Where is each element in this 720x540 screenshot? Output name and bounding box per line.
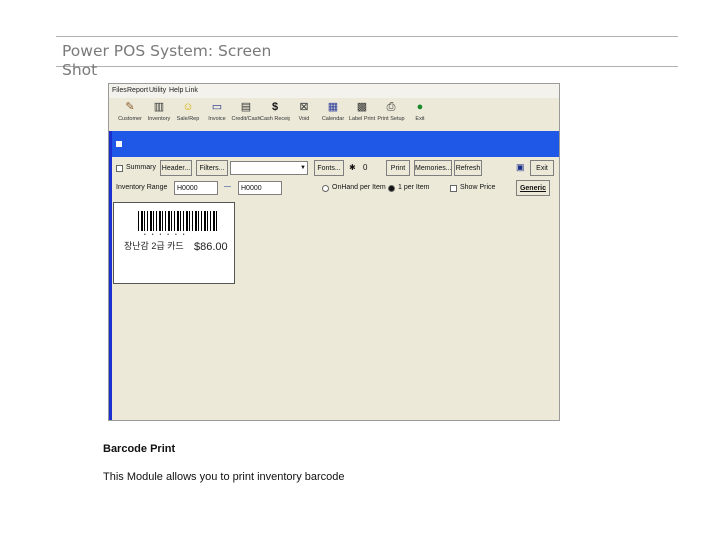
summary-label: Summary: [126, 164, 156, 171]
menu-report[interactable]: Report: [127, 87, 148, 94]
one-per-item-radio[interactable]: [388, 185, 395, 192]
exit-icon: ●: [416, 101, 424, 113]
box-icon: ▥: [153, 101, 165, 113]
one-per-item-label: 1 per Item: [398, 184, 430, 191]
barcode-digits: ••••••: [144, 232, 191, 238]
toolbar-inventory-button[interactable]: ▥ Inventory: [144, 98, 174, 131]
filters-button[interactable]: Filters...: [196, 160, 228, 176]
toolbar-invoice-button[interactable]: ▭ Invoice: [202, 98, 232, 131]
pos-window-screenshot: Files Report Utility Help Link ✎ Custome…: [108, 83, 560, 421]
menu-bar: Files Report Utility Help Link: [109, 84, 559, 98]
range-dash: —: [224, 183, 231, 190]
filter-select[interactable]: [230, 161, 308, 175]
slide-title: Power POS System: Screen Shot: [62, 42, 272, 79]
toolbar-exit-button[interactable]: ● Exit: [405, 98, 435, 131]
zero-icon[interactable]: 0: [363, 161, 367, 175]
person-icon: ✎: [125, 101, 135, 113]
toolbar-calendar-button[interactable]: ▦ Calendar: [318, 98, 348, 131]
printer-icon: ⎙: [386, 101, 396, 113]
menu-link[interactable]: Link: [185, 87, 198, 94]
show-price-label: Show Price: [460, 184, 496, 191]
summary-checkbox[interactable]: [116, 165, 123, 172]
show-price-checkbox[interactable]: [450, 185, 457, 192]
memories-button[interactable]: Memories...: [414, 160, 452, 176]
controls-row-1: Summary Header... Filters... ▼ Fonts... …: [112, 160, 559, 181]
menu-help[interactable]: Help: [169, 87, 183, 94]
toolbar-cashreceipt-button[interactable]: $ Cash Receipt: [260, 98, 290, 131]
settings-icon[interactable]: ✱: [349, 161, 356, 175]
label-item-name: 장난감 2급 카드: [124, 241, 184, 251]
label-price: $86.00: [194, 241, 228, 253]
exit-button[interactable]: Exit: [530, 160, 554, 176]
register-icon: ▤: [240, 101, 252, 113]
toolbar-labelprint-button[interactable]: ▩ Label Print: [347, 98, 377, 131]
toolbar-printsetup-button[interactable]: ⎙ Print Setup: [376, 98, 406, 131]
smiley-icon: ☺: [182, 101, 194, 113]
void-icon: ⊠: [299, 101, 309, 113]
fonts-button[interactable]: Fonts...: [314, 160, 344, 176]
grid-icon: ▩: [356, 101, 368, 113]
toolbar: ✎ Customer ▥ Inventory ☺ Sale/Rep ▭ Invo…: [113, 98, 559, 131]
barcode-label-preview: •••••• 장난감 2급 카드 $86.00: [113, 202, 235, 284]
range-to-field[interactable]: H0000: [238, 181, 282, 195]
generic-button[interactable]: Generic: [516, 180, 550, 196]
dollar-icon: $: [271, 101, 279, 113]
document-icon: ▭: [211, 101, 223, 113]
calendar-icon: ▦: [327, 101, 339, 113]
refresh-button[interactable]: Refresh: [454, 160, 482, 176]
barcode-graphic: [138, 211, 218, 231]
range-from-field[interactable]: H0000: [174, 181, 218, 195]
document-icon[interactable]: ▣: [516, 160, 525, 174]
menu-utility[interactable]: Utility: [149, 87, 166, 94]
caption-description: This Module allows you to print inventor…: [103, 471, 345, 483]
chevron-down-icon[interactable]: ▼: [300, 161, 306, 175]
toolbar-customer-button[interactable]: ✎ Customer: [115, 98, 145, 131]
window-icon: [116, 141, 122, 147]
header-button[interactable]: Header...: [160, 160, 192, 176]
caption-title: Barcode Print: [103, 443, 176, 455]
toolbar-salerep-button[interactable]: ☺ Sale/Rep: [173, 98, 203, 131]
print-button[interactable]: Print: [386, 160, 410, 176]
toolbar-void-button[interactable]: ⊠ Void: [289, 98, 319, 131]
toolbar-creditcash-button[interactable]: ▤ Credit/Cash: [231, 98, 261, 131]
window-caption-bar: [112, 131, 559, 157]
menu-files[interactable]: Files: [112, 87, 127, 94]
inventory-range-label: Inventory Range: [116, 184, 168, 191]
controls-row-2: Inventory Range H0000 — H0000 OnHand per…: [112, 180, 559, 201]
onhand-radio[interactable]: [322, 185, 329, 192]
onhand-label: OnHand per Item: [332, 184, 386, 191]
